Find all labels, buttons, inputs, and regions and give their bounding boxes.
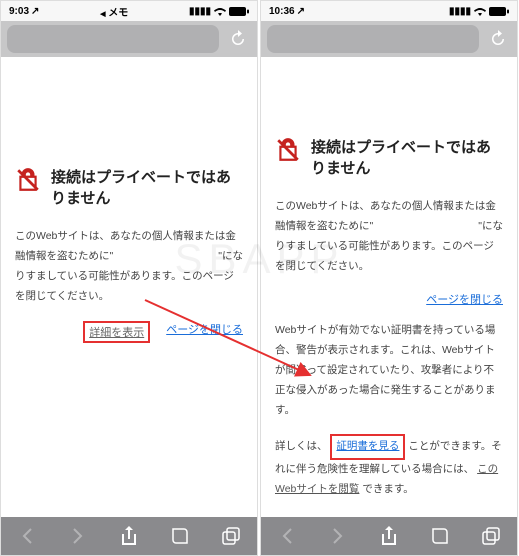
battery-icon (489, 7, 509, 16)
phone-left: 9:03 ↗ ◀ メモ ▮▮▮▮ 接続はプライベートではありません (0, 0, 258, 556)
warning-body: このWebサイトは、あなたの個人情報または金融情報を盗むために" "になりすまし… (275, 197, 503, 277)
close-page-link[interactable]: ページを閉じる (426, 291, 503, 307)
location-icon: ↗ (297, 6, 305, 17)
details-body: Webサイトが有効でない証明書を持っている場合、警告が表示されます。これは、We… (275, 321, 503, 421)
tabs-button[interactable] (215, 520, 247, 552)
status-source: ◀ メモ (100, 4, 128, 19)
source-label: メモ (108, 8, 128, 19)
location-icon: ↗ (31, 6, 39, 17)
status-bar: 9:03 ↗ ◀ メモ ▮▮▮▮ (1, 1, 257, 21)
battery-icon (229, 7, 249, 16)
cert-paragraph: 詳しくは、 証明書を見る ことができます。それに伴う危険性を理解している場合には… (275, 434, 503, 500)
refresh-button[interactable] (225, 26, 251, 52)
refresh-button[interactable] (485, 26, 511, 52)
browser-bottom-bar (261, 517, 517, 555)
signal-icon: ▮▮▮▮ (189, 6, 211, 17)
content-area: 接続はプライベートではありません このWebサイトは、あなたの個人情報または金融… (1, 57, 257, 517)
bookmarks-button[interactable] (164, 520, 196, 552)
browser-top-bar (261, 21, 517, 57)
content-area: 接続はプライベートではありません このWebサイトは、あなたの個人情報または金融… (261, 57, 517, 517)
refresh-icon (229, 30, 247, 48)
close-page-link[interactable]: ページを閉じる (166, 321, 243, 343)
chevron-left-icon: ◀ (100, 11, 105, 18)
phone-right: 10:36 ↗ ▮▮▮▮ 接続はプライベートではありません このWebサイトは、… (260, 0, 518, 556)
status-time: 9:03 (9, 6, 29, 17)
status-time: 10:36 (269, 6, 295, 17)
warning-heading: 接続はプライベートではありません (311, 137, 503, 179)
show-details-link[interactable]: 詳細を表示 (89, 327, 144, 339)
forward-button[interactable] (62, 520, 94, 552)
warning-body: このWebサイトは、あなたの個人情報または金融情報を盗むために" "になりすまし… (15, 227, 243, 307)
view-certificate-link[interactable]: 証明書を見る (336, 440, 399, 452)
visit-post-text: できます。 (362, 483, 413, 495)
signal-icon: ▮▮▮▮ (449, 6, 471, 17)
tabs-button[interactable] (475, 520, 507, 552)
lock-slash-icon (275, 137, 301, 163)
status-bar: 10:36 ↗ ▮▮▮▮ (261, 1, 517, 21)
forward-button[interactable] (322, 520, 354, 552)
highlight-box: 証明書を見る (330, 434, 405, 460)
share-button[interactable] (373, 520, 405, 552)
highlight-box: 詳細を表示 (83, 321, 150, 343)
browser-top-bar (1, 21, 257, 57)
share-button[interactable] (113, 520, 145, 552)
browser-bottom-bar (1, 517, 257, 555)
bookmarks-button[interactable] (424, 520, 456, 552)
back-button[interactable] (11, 520, 43, 552)
back-button[interactable] (271, 520, 303, 552)
warning-heading: 接続はプライベートではありません (51, 167, 243, 209)
wifi-icon (474, 7, 486, 16)
lock-slash-icon (15, 167, 41, 193)
wifi-icon (214, 7, 226, 16)
url-field[interactable] (7, 25, 219, 53)
url-field[interactable] (267, 25, 479, 53)
cert-pre-text: 詳しくは、 (275, 440, 328, 452)
refresh-icon (489, 30, 507, 48)
